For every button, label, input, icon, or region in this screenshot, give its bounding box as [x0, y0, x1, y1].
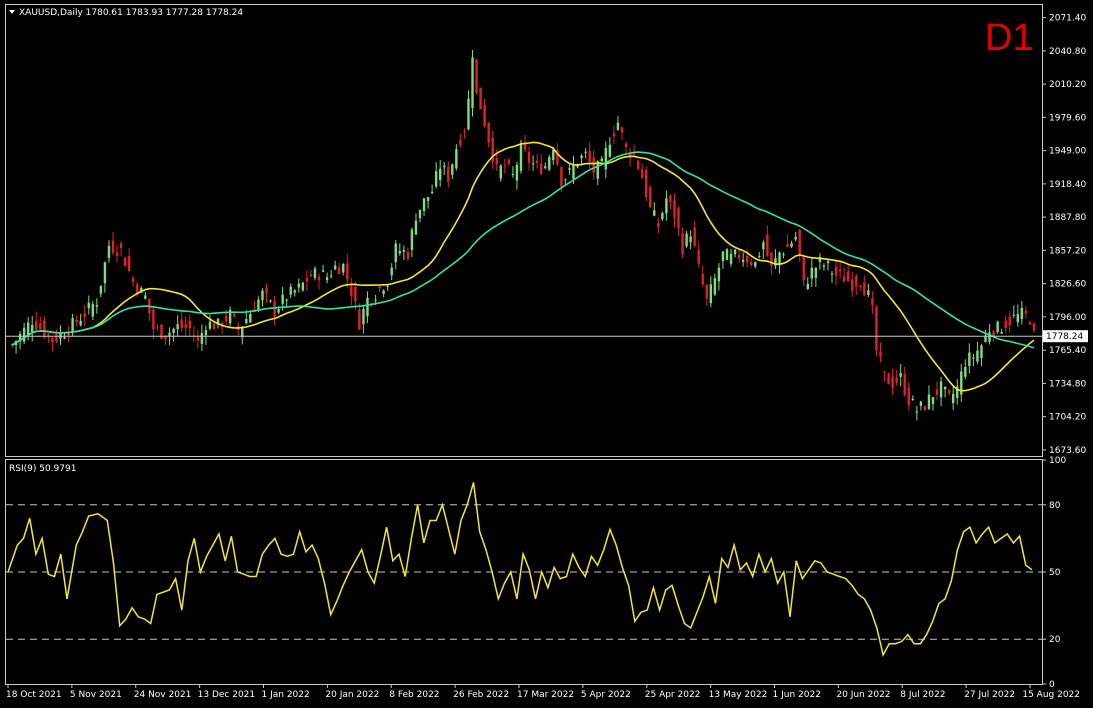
- rsi-tick-label: 20: [1049, 635, 1061, 645]
- candle: [875, 304, 878, 356]
- time-tick-label: 18 Oct 2021: [6, 690, 62, 700]
- time-tick-label: 25 Apr 2022: [645, 690, 701, 700]
- candle: [645, 166, 648, 202]
- price-tick-label: 2071.40: [1049, 14, 1086, 24]
- time-tick-label: 13 Dec 2021: [198, 690, 256, 700]
- candle: [475, 59, 478, 95]
- time-tick-label: 1 Jun 2022: [773, 690, 821, 700]
- candle: [649, 185, 652, 209]
- price-tick-label: 1979.60: [1049, 113, 1086, 123]
- rsi-tick-label: 50: [1049, 568, 1061, 578]
- price-tick-label: 2010.20: [1049, 80, 1086, 90]
- time-tick-label: 5 Nov 2021: [70, 690, 122, 700]
- candle: [471, 50, 474, 117]
- candle: [301, 281, 305, 292]
- price-tick-label: 1765.40: [1049, 346, 1086, 356]
- candle: [123, 256, 127, 267]
- candle: [725, 248, 729, 261]
- time-tick-label: 24 Nov 2021: [134, 690, 192, 700]
- time-tick-label: 5 Apr 2022: [581, 690, 631, 700]
- rsi-tick-label: 0: [1049, 680, 1055, 690]
- time-tick-label: 13 May 2022: [709, 690, 768, 700]
- rsi-info: RSI(9) 50.9791: [9, 464, 76, 474]
- time-tick-label: 17 Mar 2022: [517, 690, 574, 700]
- candle: [887, 372, 890, 385]
- rsi-tick-label: 100: [1049, 456, 1066, 466]
- time-tick-label: 20 Jun 2022: [836, 690, 890, 700]
- price-tick-label: 1918.40: [1049, 180, 1086, 190]
- price-tick-label: 1704.20: [1049, 413, 1086, 423]
- price-tick-label: 1673.60: [1049, 446, 1086, 456]
- price-tick-label: 1826.60: [1049, 280, 1086, 290]
- current-price-label: 1778.24: [1046, 332, 1083, 342]
- rsi-tick-label: 80: [1049, 501, 1061, 511]
- candle: [479, 87, 482, 110]
- time-tick-label: 27 Jul 2022: [964, 690, 1015, 700]
- time-tick-label: 1 Jan 2022: [262, 690, 310, 700]
- price-tick-label: 1734.80: [1049, 379, 1086, 389]
- price-tick-label: 2040.80: [1049, 47, 1086, 57]
- time-tick-label: 15 Aug 2022: [1022, 690, 1080, 700]
- time-tick-label: 8 Feb 2022: [389, 690, 439, 700]
- candle: [548, 154, 551, 172]
- trading-chart[interactable]: 2071.40 2040.80 2010.20 1979.60 1949.00 1918.…: [0, 0, 1093, 708]
- symbol-header: XAUUSD,Daily 1780.61 1783.93 1777.28 177…: [9, 8, 243, 18]
- candle: [996, 320, 999, 334]
- price-tick-label: 1949.00: [1049, 147, 1086, 157]
- price-tick-label: 1857.20: [1049, 246, 1086, 256]
- symbol-info: XAUUSD,Daily 1780.61 1783.93 1777.28 177…: [19, 8, 243, 18]
- price-tick-label: 1887.80: [1049, 213, 1086, 223]
- candle: [160, 324, 163, 340]
- time-tick-label: 26 Feb 2022: [453, 690, 509, 700]
- time-tick-label: 20 Jan 2022: [325, 690, 379, 700]
- timeframe-label: D1: [985, 17, 1034, 59]
- time-tick-label: 8 Jul 2022: [900, 690, 945, 700]
- price-tick-label: 1796.00: [1049, 313, 1086, 323]
